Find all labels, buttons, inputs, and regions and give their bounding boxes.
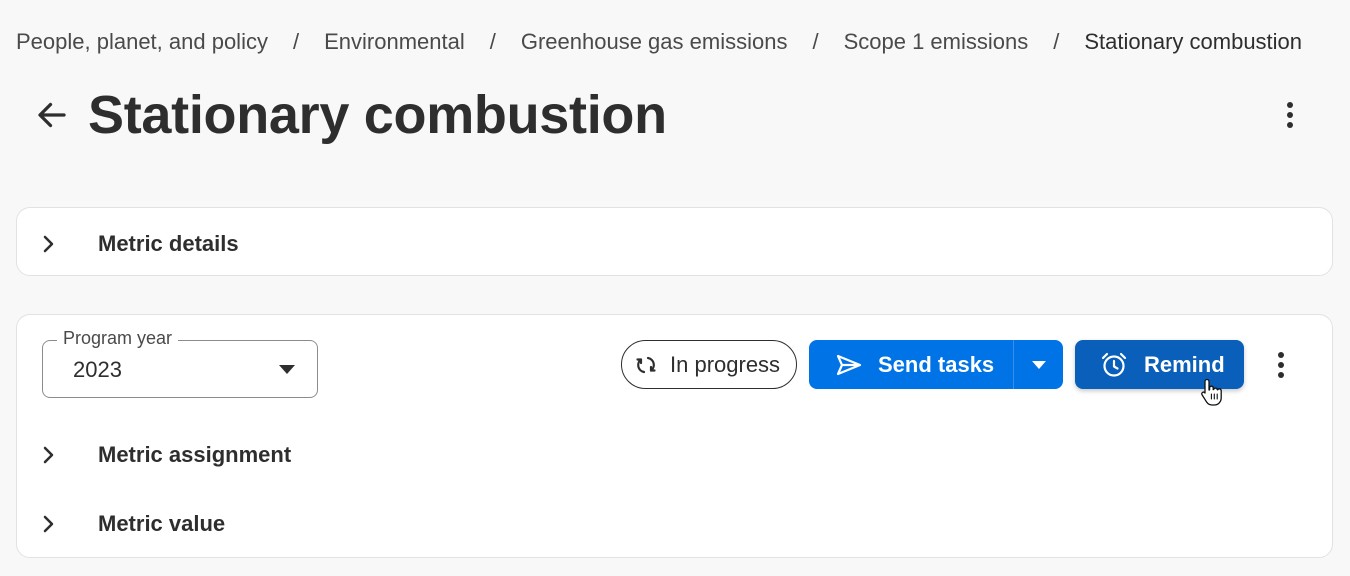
send-tasks-button[interactable]: Send tasks xyxy=(809,340,1013,389)
send-tasks-label: Send tasks xyxy=(878,351,995,377)
page: People, planet, and policy / Environment… xyxy=(0,0,1350,576)
breadcrumb-item-environmental[interactable]: Environmental xyxy=(324,29,465,55)
program-year-select[interactable]: Program year 2023 xyxy=(42,328,318,398)
more-vertical-icon xyxy=(1287,102,1293,128)
pointer-cursor-icon xyxy=(1201,378,1222,406)
program-year-value: 2023 xyxy=(73,357,122,382)
breadcrumb: People, planet, and policy / Environment… xyxy=(16,29,1302,55)
breadcrumb-separator: / xyxy=(1053,29,1060,54)
more-vertical-icon xyxy=(1278,352,1284,378)
sync-icon xyxy=(636,356,656,373)
page-header: Stationary combustion xyxy=(0,80,1350,150)
metric-program-card: Program year 2023 In progress Send tasks xyxy=(16,314,1333,558)
metric-value-toggle[interactable]: Metric value xyxy=(37,511,225,537)
send-icon xyxy=(836,354,862,375)
breadcrumb-item-scope-1-emissions[interactable]: Scope 1 emissions xyxy=(844,29,1029,55)
chevron-right-icon xyxy=(37,444,59,466)
page-menu-button[interactable] xyxy=(1270,92,1310,138)
status-badge: In progress xyxy=(621,340,797,389)
metric-value-label: Metric value xyxy=(98,511,226,536)
remind-label: Remind xyxy=(1144,351,1225,377)
chevron-right-icon xyxy=(37,513,59,535)
back-button[interactable] xyxy=(30,93,74,137)
metric-details-toggle[interactable]: Metric details xyxy=(37,231,239,257)
metric-assignment-toggle[interactable]: Metric assignment xyxy=(37,442,291,468)
arrow-left-icon xyxy=(38,102,66,128)
program-year-label: Program year xyxy=(57,328,179,349)
page-title: Stationary combustion xyxy=(88,85,667,145)
metric-assignment-label: Metric assignment xyxy=(98,442,292,467)
breadcrumb-item-people-planet-policy[interactable]: People, planet, and policy xyxy=(16,29,268,55)
caret-down-icon xyxy=(1031,360,1046,369)
breadcrumb-separator: / xyxy=(489,29,496,54)
send-tasks-dropdown-button[interactable] xyxy=(1014,340,1063,389)
breadcrumb-separator: / xyxy=(812,29,819,54)
alarm-clock-icon xyxy=(1101,352,1127,377)
chevron-right-icon xyxy=(37,233,59,255)
metric-details-card: Metric details xyxy=(16,207,1333,276)
breadcrumb-item-greenhouse-gas-emissions[interactable]: Greenhouse gas emissions xyxy=(521,29,788,55)
metric-details-label: Metric details xyxy=(98,231,239,256)
breadcrumb-current: Stationary combustion xyxy=(1084,29,1303,54)
card-menu-button[interactable] xyxy=(1263,343,1299,387)
caret-down-icon xyxy=(279,365,295,374)
breadcrumb-separator: / xyxy=(292,29,300,54)
status-label: In progress xyxy=(670,351,781,377)
